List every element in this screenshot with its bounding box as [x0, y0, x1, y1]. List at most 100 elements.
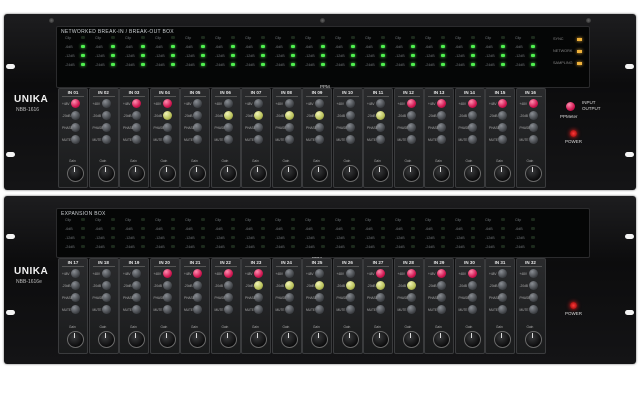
pad-button[interactable] — [254, 111, 263, 120]
mute-button[interactable] — [376, 135, 385, 144]
phantom-button[interactable] — [315, 99, 324, 108]
pad-button[interactable] — [467, 281, 477, 290]
phantom-button[interactable] — [284, 99, 294, 108]
pad-button[interactable] — [437, 281, 446, 290]
mute-button[interactable] — [498, 135, 507, 144]
phantom-button[interactable] — [71, 269, 80, 278]
mute-button[interactable] — [132, 305, 141, 314]
mute-button[interactable] — [284, 135, 294, 144]
gain-knob[interactable] — [67, 165, 84, 182]
gain-knob[interactable] — [158, 165, 176, 182]
mute-button[interactable] — [162, 135, 172, 144]
mute-button[interactable] — [498, 305, 507, 314]
gain-knob[interactable] — [402, 165, 420, 182]
phantom-button[interactable] — [345, 99, 355, 108]
pad-button[interactable] — [284, 281, 294, 290]
pad-button[interactable] — [223, 111, 233, 120]
gain-knob[interactable] — [311, 165, 328, 182]
phantom-button[interactable] — [132, 269, 141, 278]
mute-button[interactable] — [162, 305, 172, 314]
pad-button[interactable] — [376, 111, 385, 120]
mute-button[interactable] — [101, 305, 111, 314]
mute-button[interactable] — [132, 135, 141, 144]
pad-button[interactable] — [223, 281, 233, 290]
phantom-button[interactable] — [406, 99, 416, 108]
phantom-button[interactable] — [376, 99, 385, 108]
mute-button[interactable] — [467, 135, 477, 144]
mute-button[interactable] — [223, 305, 233, 314]
gain-knob[interactable] — [524, 165, 542, 182]
gain-knob[interactable] — [372, 165, 389, 182]
phantom-button[interactable] — [315, 269, 324, 278]
phantom-button[interactable] — [437, 269, 446, 278]
gain-knob[interactable] — [97, 165, 115, 182]
mute-button[interactable] — [284, 305, 294, 314]
phantom-button[interactable] — [498, 99, 507, 108]
phantom-button[interactable] — [162, 99, 172, 108]
ppmeter-select-button[interactable] — [566, 102, 575, 111]
phantom-button[interactable] — [254, 99, 263, 108]
phantom-button[interactable] — [101, 99, 111, 108]
mute-button[interactable] — [406, 135, 416, 144]
mute-button[interactable] — [467, 305, 477, 314]
gain-knob[interactable] — [219, 165, 237, 182]
gain-knob[interactable] — [67, 331, 84, 348]
pad-button[interactable] — [132, 111, 141, 120]
mute-button[interactable] — [437, 305, 446, 314]
mute-button[interactable] — [376, 305, 385, 314]
phantom-button[interactable] — [71, 99, 80, 108]
pad-button[interactable] — [498, 281, 507, 290]
phantom-button[interactable] — [101, 269, 111, 278]
pad-button[interactable] — [376, 281, 385, 290]
phantom-button[interactable] — [437, 99, 446, 108]
gain-knob[interactable] — [341, 165, 359, 182]
gain-knob[interactable] — [128, 165, 145, 182]
gain-knob[interactable] — [433, 331, 450, 348]
pad-button[interactable] — [315, 281, 324, 290]
gain-knob[interactable] — [463, 165, 481, 182]
mute-button[interactable] — [315, 305, 324, 314]
pad-button[interactable] — [132, 281, 141, 290]
gain-knob[interactable] — [341, 331, 359, 348]
phantom-button[interactable] — [254, 269, 263, 278]
gain-knob[interactable] — [158, 331, 176, 348]
gain-knob[interactable] — [189, 165, 206, 182]
gain-knob[interactable] — [433, 165, 450, 182]
mute-button[interactable] — [528, 135, 538, 144]
phantom-button[interactable] — [467, 269, 477, 278]
mute-button[interactable] — [71, 135, 80, 144]
mute-button[interactable] — [345, 305, 355, 314]
pad-button[interactable] — [71, 111, 80, 120]
gain-knob[interactable] — [494, 331, 511, 348]
pad-button[interactable] — [193, 111, 202, 120]
pad-button[interactable] — [528, 111, 538, 120]
phantom-button[interactable] — [162, 269, 172, 278]
phantom-button[interactable] — [406, 269, 416, 278]
mute-button[interactable] — [193, 305, 202, 314]
phantom-button[interactable] — [376, 269, 385, 278]
pad-button[interactable] — [406, 111, 416, 120]
gain-knob[interactable] — [189, 331, 206, 348]
gain-knob[interactable] — [494, 165, 511, 182]
gain-knob[interactable] — [463, 331, 481, 348]
gain-knob[interactable] — [250, 165, 267, 182]
mute-button[interactable] — [193, 135, 202, 144]
pad-button[interactable] — [162, 111, 172, 120]
pad-button[interactable] — [162, 281, 172, 290]
pad-button[interactable] — [406, 281, 416, 290]
mute-button[interactable] — [437, 135, 446, 144]
mute-button[interactable] — [71, 305, 80, 314]
pad-button[interactable] — [71, 281, 80, 290]
pad-button[interactable] — [193, 281, 202, 290]
pad-button[interactable] — [101, 111, 111, 120]
pad-button[interactable] — [437, 111, 446, 120]
gain-knob[interactable] — [97, 331, 115, 348]
mute-button[interactable] — [406, 305, 416, 314]
mute-button[interactable] — [345, 135, 355, 144]
pad-button[interactable] — [101, 281, 111, 290]
pad-button[interactable] — [498, 111, 507, 120]
mute-button[interactable] — [315, 135, 324, 144]
phantom-button[interactable] — [284, 269, 294, 278]
mute-button[interactable] — [254, 305, 263, 314]
pad-button[interactable] — [284, 111, 294, 120]
